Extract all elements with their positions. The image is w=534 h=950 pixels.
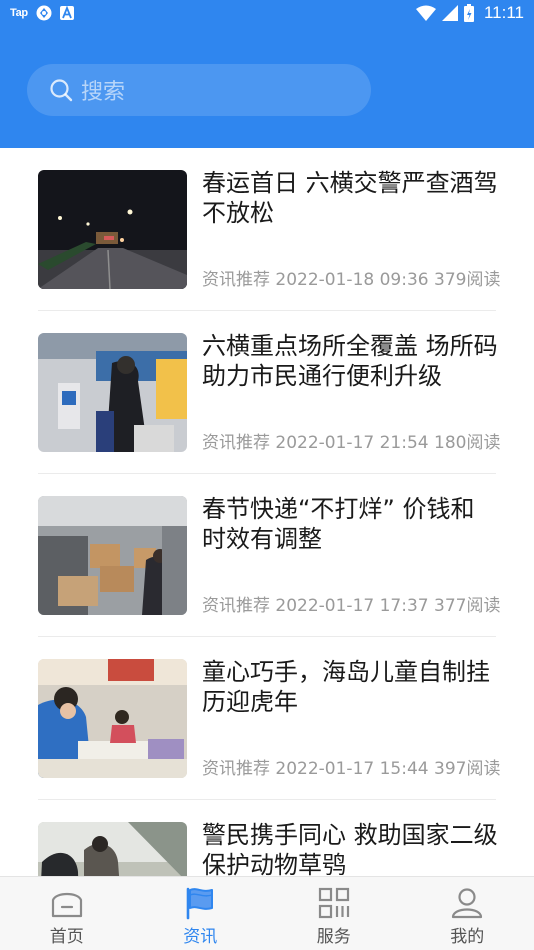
news-thumbnail bbox=[38, 170, 187, 289]
user-icon bbox=[452, 888, 483, 919]
news-meta: 资讯推荐 2022-01-17 17:37 377阅读 bbox=[202, 596, 501, 616]
header: Tap 11:11 搜索 bbox=[0, 0, 534, 148]
news-title[interactable]: 童心巧手，海岛儿童自制挂历迎虎年 bbox=[202, 657, 498, 717]
news-thumbnail bbox=[38, 822, 187, 876]
tab-label: 服务 bbox=[316, 927, 351, 947]
news-item[interactable]: 春运首日 六横交警严查酒驾不放松 资讯推荐 2022-01-18 09:36 3… bbox=[38, 148, 500, 311]
news-meta: 资讯推荐 2022-01-17 15:44 397阅读 bbox=[202, 759, 501, 779]
tab-label: 首页 bbox=[49, 927, 84, 947]
app-a-icon bbox=[59, 6, 74, 20]
news-thumbnail bbox=[38, 659, 187, 778]
tab-services[interactable]: 服务 bbox=[267, 877, 401, 950]
news-thumbnail bbox=[38, 496, 187, 615]
news-meta: 资讯推荐 2022-01-17 21:54 180阅读 bbox=[202, 433, 501, 453]
search-placeholder: 搜索 bbox=[81, 80, 126, 105]
news-title[interactable]: 六横重点场所全覆盖 场所码助力市民通行便利升级 bbox=[202, 331, 498, 391]
battery-icon bbox=[463, 4, 474, 22]
search-icon bbox=[50, 79, 73, 102]
search-input[interactable]: 搜索 bbox=[27, 64, 371, 116]
taptap-badge: Tap bbox=[10, 7, 28, 19]
tab-home[interactable]: 首页 bbox=[0, 877, 134, 950]
tab-label: 我的 bbox=[450, 927, 485, 947]
news-title[interactable]: 春节快递“不打烊” 价钱和时效有调整 bbox=[202, 494, 498, 554]
signal-icon bbox=[441, 5, 458, 21]
flag-icon bbox=[186, 887, 214, 920]
status-bar: Tap 11:11 bbox=[0, 0, 534, 30]
news-title[interactable]: 春运首日 六横交警严查酒驾不放松 bbox=[202, 168, 498, 228]
news-list[interactable]: 春运首日 六横交警严查酒驾不放松 资讯推荐 2022-01-18 09:36 3… bbox=[0, 148, 534, 876]
clock: 11:11 bbox=[483, 3, 524, 22]
news-thumbnail bbox=[38, 333, 187, 452]
home-icon bbox=[51, 892, 82, 918]
ar-icon bbox=[36, 5, 52, 21]
news-item[interactable]: 春节快递“不打烊” 价钱和时效有调整 资讯推荐 2022-01-17 17:37… bbox=[38, 474, 500, 637]
news-item[interactable]: 警民携手同心 救助国家二级保护动物草鸮 bbox=[38, 800, 498, 876]
wifi-icon bbox=[415, 5, 436, 21]
tab-profile[interactable]: 我的 bbox=[401, 877, 534, 950]
news-meta: 资讯推荐 2022-01-18 09:36 379阅读 bbox=[202, 270, 501, 290]
news-title[interactable]: 警民携手同心 救助国家二级保护动物草鸮 bbox=[202, 820, 498, 876]
tab-label: 资讯 bbox=[183, 927, 218, 947]
news-item[interactable]: 六横重点场所全覆盖 场所码助力市民通行便利升级 资讯推荐 2022-01-17 … bbox=[38, 311, 500, 474]
bottom-tab-bar: 首页 资讯 服务 我的 bbox=[0, 876, 534, 950]
tab-news[interactable]: 资讯 bbox=[134, 877, 268, 950]
news-item[interactable]: 童心巧手，海岛儿童自制挂历迎虎年 资讯推荐 2022-01-17 15:44 3… bbox=[38, 637, 500, 800]
grid-icon bbox=[318, 887, 349, 919]
